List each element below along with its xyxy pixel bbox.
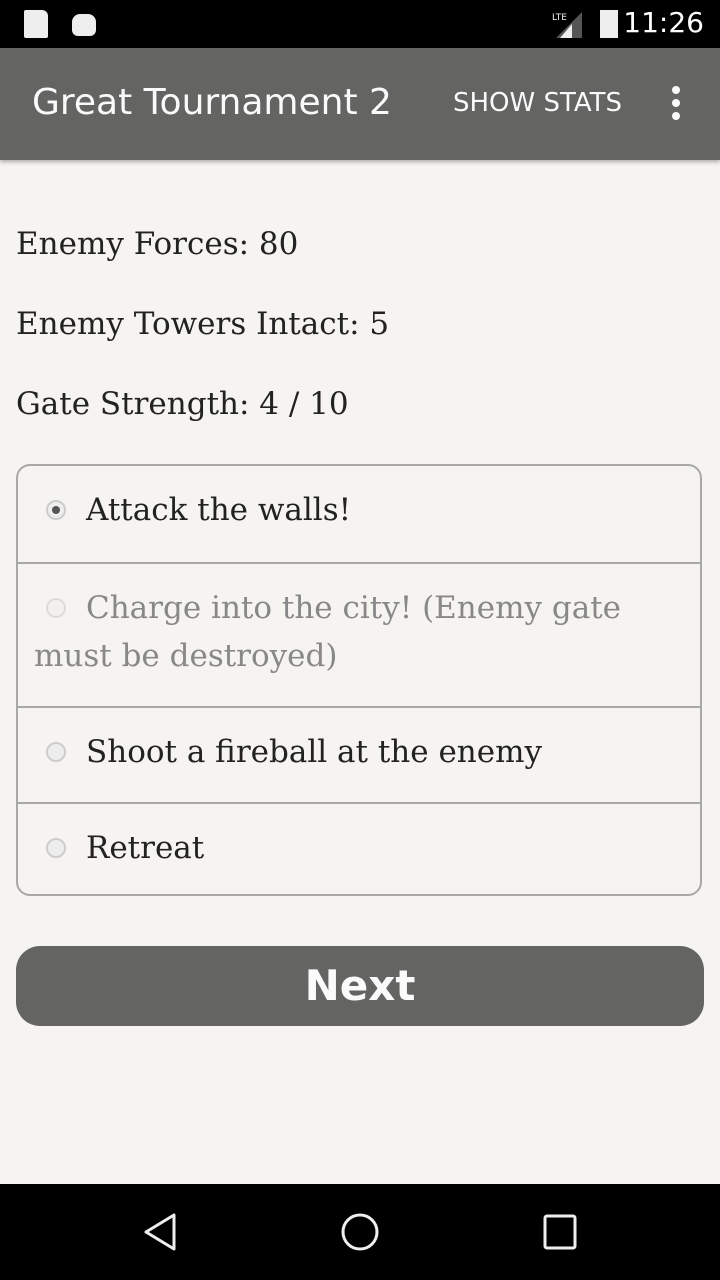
option-retreat[interactable]: Retreat (18, 802, 700, 898)
gate-strength-text: Gate Strength: 4 / 10 (16, 386, 349, 422)
next-button[interactable]: Next (16, 946, 704, 1026)
action-radio-group: Attack the walls! Charge into the city! … (16, 464, 702, 896)
navigation-bar (0, 1184, 720, 1280)
option-fireball[interactable]: Shoot a fireball at the enemy (18, 706, 700, 802)
app-bar: Great Tournament 2 SHOW STATS (0, 48, 720, 160)
option-label: Shoot a fireball at the enemy (86, 734, 543, 770)
option-charge-city: Charge into the city! (Enemy gate must b… (18, 562, 700, 706)
battery-charging-icon (600, 10, 618, 38)
more-vert-icon[interactable] (668, 86, 684, 124)
clock: 11:26 (623, 6, 704, 39)
radio-button-checked[interactable] (46, 500, 66, 520)
android-icon (72, 14, 96, 36)
recents-icon[interactable] (542, 1212, 578, 1252)
app-title: Great Tournament 2 (32, 82, 392, 123)
option-label: Retreat (86, 830, 205, 866)
sd-card-icon (24, 10, 48, 38)
option-label: Charge into the city! (Enemy gate must b… (34, 590, 621, 674)
radio-button[interactable] (46, 742, 66, 762)
home-icon[interactable] (340, 1212, 380, 1252)
status-bar: LTE 11:26 (0, 0, 720, 48)
signal-icon: LTE (552, 12, 582, 38)
option-label: Attack the walls! (86, 492, 352, 528)
option-attack-walls[interactable]: Attack the walls! (18, 466, 700, 562)
radio-button[interactable] (46, 838, 66, 858)
enemy-towers-text: Enemy Towers Intact: 5 (16, 306, 390, 342)
enemy-forces-text: Enemy Forces: 80 (16, 226, 299, 262)
back-icon[interactable] (142, 1212, 178, 1252)
svg-text:LTE: LTE (552, 13, 567, 23)
show-stats-button[interactable]: SHOW STATS (453, 88, 622, 118)
